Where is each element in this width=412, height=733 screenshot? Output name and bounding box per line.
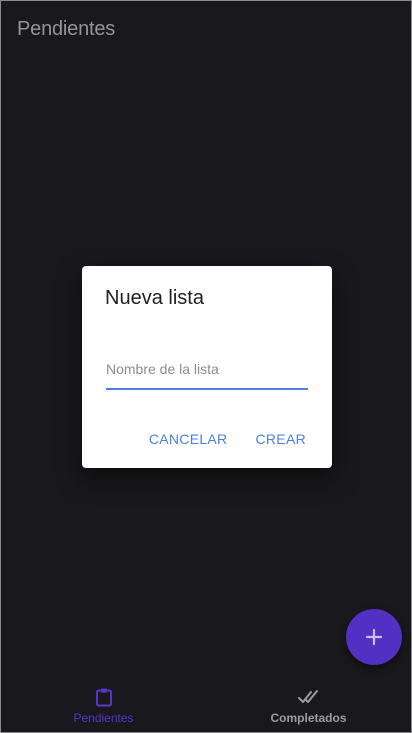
nav-item-completados[interactable]: Completados bbox=[206, 681, 411, 732]
create-button[interactable]: CREAR bbox=[255, 431, 306, 447]
add-list-button[interactable] bbox=[346, 609, 402, 665]
dialog-actions: CANCELAR CREAR bbox=[149, 431, 306, 447]
list-name-field bbox=[106, 354, 308, 390]
double-check-icon bbox=[297, 686, 321, 708]
plus-icon bbox=[365, 628, 383, 646]
app-screen: Pendientes Nueva lista CANCELAR CREAR Pe… bbox=[0, 0, 412, 733]
new-list-dialog: Nueva lista CANCELAR CREAR bbox=[82, 266, 332, 468]
dialog-title: Nueva lista bbox=[105, 287, 204, 309]
list-name-input[interactable] bbox=[106, 354, 308, 384]
nav-item-pendientes[interactable]: Pendientes bbox=[1, 681, 206, 732]
clipboard-icon bbox=[94, 686, 114, 708]
bottom-navigation: Pendientes Completados bbox=[1, 681, 411, 732]
nav-label-completados: Completados bbox=[270, 711, 347, 725]
cancel-button[interactable]: CANCELAR bbox=[149, 431, 228, 447]
nav-label-pendientes: Pendientes bbox=[73, 711, 134, 725]
